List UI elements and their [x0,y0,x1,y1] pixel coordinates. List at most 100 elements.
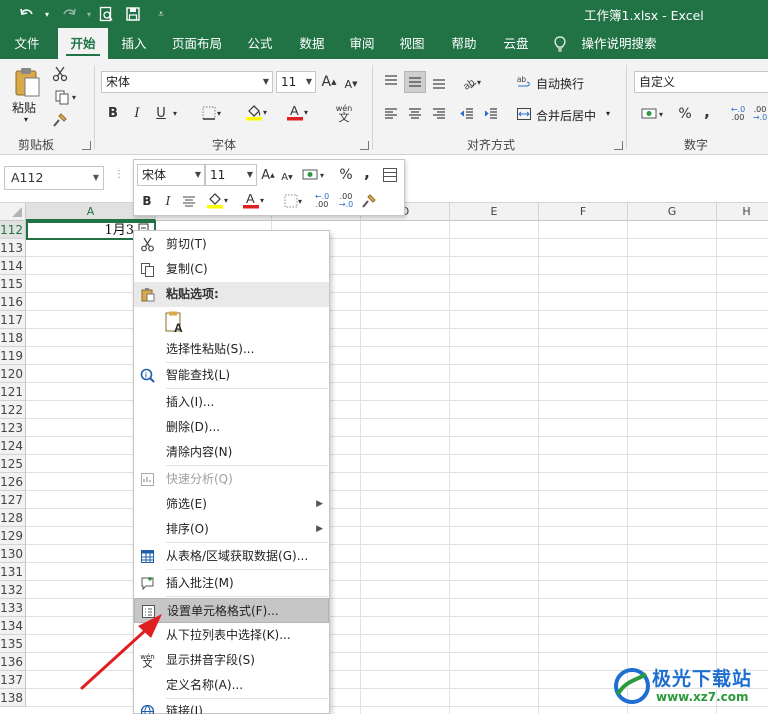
row-header[interactable]: 120 [0,365,26,383]
increase-indent-icon[interactable] [480,103,502,125]
menu-get-data-from-table[interactable]: 从表格/区域获取数据(G)... [134,544,329,569]
italic-button[interactable]: I [128,103,146,123]
tab-view[interactable]: 视图 [390,28,434,59]
menu-clear-contents[interactable]: 清除内容(N) [134,440,329,465]
percent-button[interactable]: % [676,103,694,125]
borders-icon[interactable]: ▾ [196,103,226,123]
select-all-corner[interactable] [0,203,26,221]
clipboard-launcher-icon[interactable] [82,141,91,150]
menu-insert-comment[interactable]: 插入批注(M) [134,571,329,596]
font-color-icon[interactable]: A ▾ [282,101,312,123]
tell-me-search[interactable]: 操作说明搜索 [574,28,664,59]
row-header[interactable]: 131 [0,563,26,581]
row-header[interactable]: 127 [0,491,26,509]
mini-size-combo[interactable]: 11 ▼ [205,164,257,186]
tab-review[interactable]: 审阅 [340,28,384,59]
menu-filter[interactable]: 筛选(E) ▶ [134,492,329,517]
customize-qat-icon[interactable]: ⩡ [150,3,172,25]
mini-italic-button[interactable]: I [160,191,176,211]
paste-values-icon[interactable]: A [164,311,188,335]
mini-comma-button[interactable]: , [360,163,374,183]
format-painter-icon[interactable] [50,111,70,129]
increase-decimal-icon[interactable]: ←.0.00 [728,103,748,125]
wrap-text-icon[interactable]: ab [514,71,534,93]
row-header[interactable]: 128 [0,509,26,527]
paste-icon[interactable] [10,65,44,99]
font-name-combo[interactable]: 宋体 ▼ [101,71,273,93]
row-header[interactable]: 123 [0,419,26,437]
menu-delete[interactable]: 删除(D)... [134,415,329,440]
phonetic-guide-icon[interactable]: wén 文 [326,101,362,125]
menu-insert[interactable]: 插入(I)... [134,390,329,415]
tab-data[interactable]: 数据 [290,28,334,59]
column-header-e[interactable]: E [450,203,539,221]
save-icon[interactable] [122,3,144,25]
row-header[interactable]: 129 [0,527,26,545]
comma-button[interactable]: , [700,101,714,123]
mini-grow-font-icon[interactable]: A ▲ [260,165,276,185]
fill-color-icon[interactable]: ▾ [240,101,272,123]
menu-smart-lookup[interactable]: i 智能查找(L) [134,363,329,388]
worksheet-grid[interactable]: ABCDEFGH 1121131141151161171181191201211… [0,203,768,714]
mini-accounting-icon[interactable]: ▾ [298,164,328,186]
menu-link[interactable]: 链接(I) [134,699,329,714]
row-header[interactable]: 133 [0,599,26,617]
wrap-text-button[interactable]: 自动换行 [536,75,584,92]
menu-copy[interactable]: 复制(C) [134,257,329,282]
paste-button[interactable]: 粘贴 [12,99,36,116]
decrease-decimal-icon[interactable]: .00 →.0 [752,103,768,125]
row-header[interactable]: 116 [0,293,26,311]
mini-percent-button[interactable]: % [337,165,355,185]
mini-borders-icon[interactable]: ▾ [278,191,308,211]
merge-dropdown-icon[interactable]: ▾ [606,109,610,118]
underline-button[interactable]: U [152,103,170,123]
row-header[interactable]: 122 [0,401,26,419]
mini-fill-color-icon[interactable]: ▾ [202,189,232,211]
mini-format-painter-icon[interactable] [360,191,378,211]
menu-define-name[interactable]: 定义名称(A)... [134,673,329,698]
mini-decrease-decimal-icon[interactable]: .00 →.0 [336,191,356,211]
cut-icon[interactable] [50,65,70,83]
tab-home[interactable]: 开始 [58,28,108,59]
row-header[interactable]: 118 [0,329,26,347]
row-header[interactable]: 138 [0,689,26,707]
row-header[interactable]: 112 [0,221,26,239]
number-format-combo[interactable]: 自定义 [634,71,768,93]
tab-page-layout[interactable]: 页面布局 [164,28,230,59]
menu-cut[interactable]: 剪切(T) [134,232,329,257]
row-header[interactable]: 130 [0,545,26,563]
menu-format-cells[interactable]: 设置单元格格式(F)... [134,598,329,623]
mini-shrink-font-icon[interactable]: A ▼ [279,167,295,187]
merge-center-button[interactable]: 合并后居中 [536,107,596,124]
merge-center-icon[interactable] [514,103,534,125]
copy-icon[interactable]: ▾ [50,88,80,106]
bold-button[interactable]: B [104,103,122,123]
align-bottom-icon[interactable] [428,71,450,93]
row-header[interactable]: 136 [0,653,26,671]
print-preview-icon[interactable] [95,3,117,25]
name-box[interactable]: A112 ▼ [4,166,104,190]
accounting-format-icon[interactable]: ▾ [634,103,670,125]
tab-insert[interactable]: 插入 [112,28,156,59]
undo-icon[interactable] [16,3,38,25]
align-top-icon[interactable] [380,71,402,93]
tab-cloud[interactable]: 云盘 [494,28,538,59]
font-size-combo[interactable]: 11 ▼ [276,71,316,93]
row-header[interactable]: 137 [0,671,26,689]
row-header[interactable]: 121 [0,383,26,401]
tab-file[interactable]: 文件 [0,28,54,59]
row-header[interactable]: 113 [0,239,26,257]
mini-increase-decimal-icon[interactable]: ←.0.00 [312,191,332,211]
menu-show-phonetic[interactable]: wén 文 显示拼音字段(S) [134,648,329,673]
row-header[interactable]: 115 [0,275,26,293]
paste-dropdown-icon[interactable]: ▾ [24,115,28,124]
font-launcher-icon[interactable] [360,141,369,150]
mini-center-icon[interactable] [180,191,198,211]
tab-help[interactable]: 帮助 [442,28,486,59]
column-header-g[interactable]: G [628,203,717,221]
shrink-font-icon[interactable]: A ▼ [342,74,360,94]
align-left-icon[interactable] [380,103,402,125]
column-header-h[interactable]: H [717,203,768,221]
mini-font-color-icon[interactable]: A ▾ [238,189,268,211]
mini-font-combo[interactable]: 宋体 ▼ [137,164,205,186]
